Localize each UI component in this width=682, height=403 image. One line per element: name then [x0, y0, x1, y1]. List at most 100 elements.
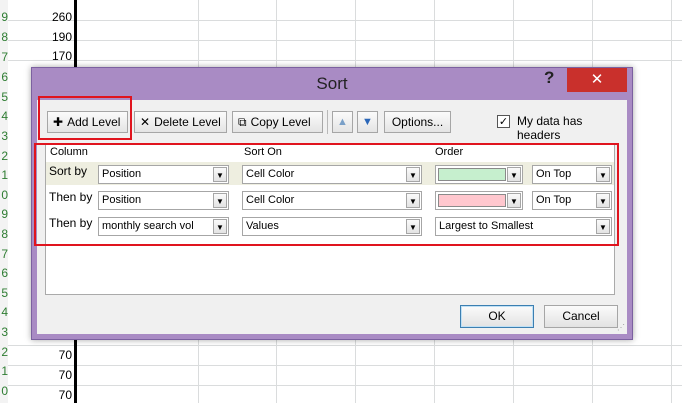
row-number: 1: [1, 364, 8, 378]
cancel-button[interactable]: Cancel: [544, 305, 618, 328]
then-by-label: Then by: [49, 190, 93, 204]
headers-checkbox[interactable]: ✓: [497, 115, 510, 128]
row-number: 7: [1, 247, 8, 261]
sort-on-select-value: Cell Color: [246, 194, 295, 206]
toolbar-separator: [327, 110, 328, 134]
options-button[interactable]: Options...: [384, 111, 451, 133]
cell-value[interactable]: 70: [30, 388, 72, 402]
order-color-select[interactable]: ▼: [435, 191, 523, 210]
row-number: 8: [1, 227, 8, 241]
move-down-icon: ▼: [362, 116, 373, 128]
grid-line: [671, 0, 672, 403]
row-number: 4: [1, 305, 8, 319]
chevron-down-icon: ▼: [213, 193, 227, 208]
move-down-button[interactable]: ▼: [357, 111, 378, 133]
options-label: Options...: [391, 115, 444, 129]
cell-value[interactable]: 260: [30, 10, 72, 24]
dialog-title: Sort: [316, 74, 348, 93]
cell-value[interactable]: 190: [30, 30, 72, 44]
row-number: 0: [1, 384, 8, 398]
row-number: 2: [1, 345, 8, 359]
chevron-down-icon: ▼: [406, 193, 420, 208]
grid-line: [8, 20, 682, 21]
delete-icon: ✕: [140, 115, 151, 129]
order-select-value: Largest to Smallest: [439, 220, 534, 232]
column-select[interactable]: Position ▼: [98, 191, 229, 210]
row-number: 4: [1, 109, 8, 123]
row-number: 3: [1, 325, 8, 339]
ok-button[interactable]: OK: [460, 305, 534, 328]
row-number: 1: [1, 168, 8, 182]
copy-level-label: Copy Level: [250, 115, 311, 129]
delete-level-label: Delete Level: [154, 115, 221, 129]
column-select[interactable]: monthly search vol ▼: [98, 217, 229, 236]
chevron-down-icon: ▼: [406, 167, 420, 182]
chevron-down-icon: ▼: [596, 193, 610, 208]
column-select-value: monthly search vol: [102, 220, 194, 232]
order-position-select[interactable]: On Top ▼: [532, 165, 612, 184]
sort-on-header: Sort On: [244, 146, 282, 158]
grid-line: [8, 385, 682, 386]
row-number: 6: [1, 266, 8, 280]
chevron-down-icon: ▼: [406, 219, 420, 234]
copy-icon: ⧉: [238, 114, 247, 129]
help-icon[interactable]: ?: [544, 68, 554, 88]
sort-on-select-value: Values: [246, 220, 279, 232]
grid-line: [8, 365, 682, 366]
row-number: 0: [1, 188, 8, 202]
chevron-down-icon: ▼: [507, 167, 521, 182]
column-select-value: Position: [102, 168, 142, 180]
order-select[interactable]: Largest to Smallest ▼: [435, 217, 612, 236]
row-number: 6: [1, 70, 8, 84]
sort-on-select[interactable]: Cell Color ▼: [242, 165, 422, 184]
grid-line: [8, 40, 682, 41]
order-position-select[interactable]: On Top ▼: [532, 191, 612, 210]
sort-on-select-value: Cell Color: [246, 168, 295, 180]
close-icon: ✕: [590, 71, 604, 88]
row-number: 2: [1, 149, 8, 163]
cell-value[interactable]: 170: [30, 49, 72, 63]
pink-swatch: [438, 194, 506, 207]
order-color-select[interactable]: ▼: [435, 165, 523, 184]
move-up-button[interactable]: ▲: [332, 111, 353, 133]
green-swatch: [438, 168, 506, 181]
chevron-down-icon: ▼: [596, 219, 610, 234]
order-position-value: On Top: [536, 194, 572, 206]
cell-value[interactable]: 70: [30, 348, 72, 362]
copy-level-button[interactable]: ⧉ Copy Level: [232, 111, 323, 133]
add-level-icon: ✚: [53, 115, 64, 129]
row-number: 8: [1, 30, 8, 44]
row-number: 3: [1, 129, 8, 143]
then-by-label: Then by: [49, 216, 93, 230]
row-number: 9: [1, 10, 8, 24]
row-number: 5: [1, 286, 8, 300]
resize-grip-icon[interactable]: ⋰: [617, 323, 625, 332]
dialog-body: ✚ Add Level ✕ Delete Level ⧉ Copy Level …: [37, 100, 627, 334]
add-level-button[interactable]: ✚ Add Level: [47, 111, 128, 133]
grid-line: [8, 345, 682, 346]
order-header: Order: [435, 146, 464, 158]
delete-level-button[interactable]: ✕ Delete Level: [134, 111, 227, 133]
cell-value[interactable]: 70: [30, 368, 72, 382]
column-header: Column: [50, 146, 88, 158]
chevron-down-icon: ▼: [596, 167, 610, 182]
headers-label: My data has headers: [517, 114, 583, 142]
row-number: 7: [1, 50, 8, 64]
close-button[interactable]: ✕: [567, 68, 627, 92]
column-select[interactable]: Position ▼: [98, 165, 229, 184]
chevron-down-icon: ▼: [213, 219, 227, 234]
add-level-label: Add Level: [67, 115, 121, 129]
order-position-value: On Top: [536, 168, 572, 180]
grid-line: [8, 60, 682, 61]
move-up-icon: ▲: [337, 116, 348, 128]
sort-dialog: Sort ? ✕ ✚ Add Level ✕ Delete Level ⧉ Co…: [31, 67, 633, 340]
chevron-down-icon: ▼: [213, 167, 227, 182]
sort-by-label: Sort by: [49, 164, 88, 178]
sort-on-select[interactable]: Cell Color ▼: [242, 191, 422, 210]
row-number: 5: [1, 90, 8, 104]
sort-levels-list: Column Sort On Order Sort by Position ▼ …: [45, 143, 615, 295]
chevron-down-icon: ▼: [507, 193, 521, 208]
sort-on-select[interactable]: Values ▼: [242, 217, 422, 236]
row-number: 9: [1, 207, 8, 221]
column-select-value: Position: [102, 194, 142, 206]
